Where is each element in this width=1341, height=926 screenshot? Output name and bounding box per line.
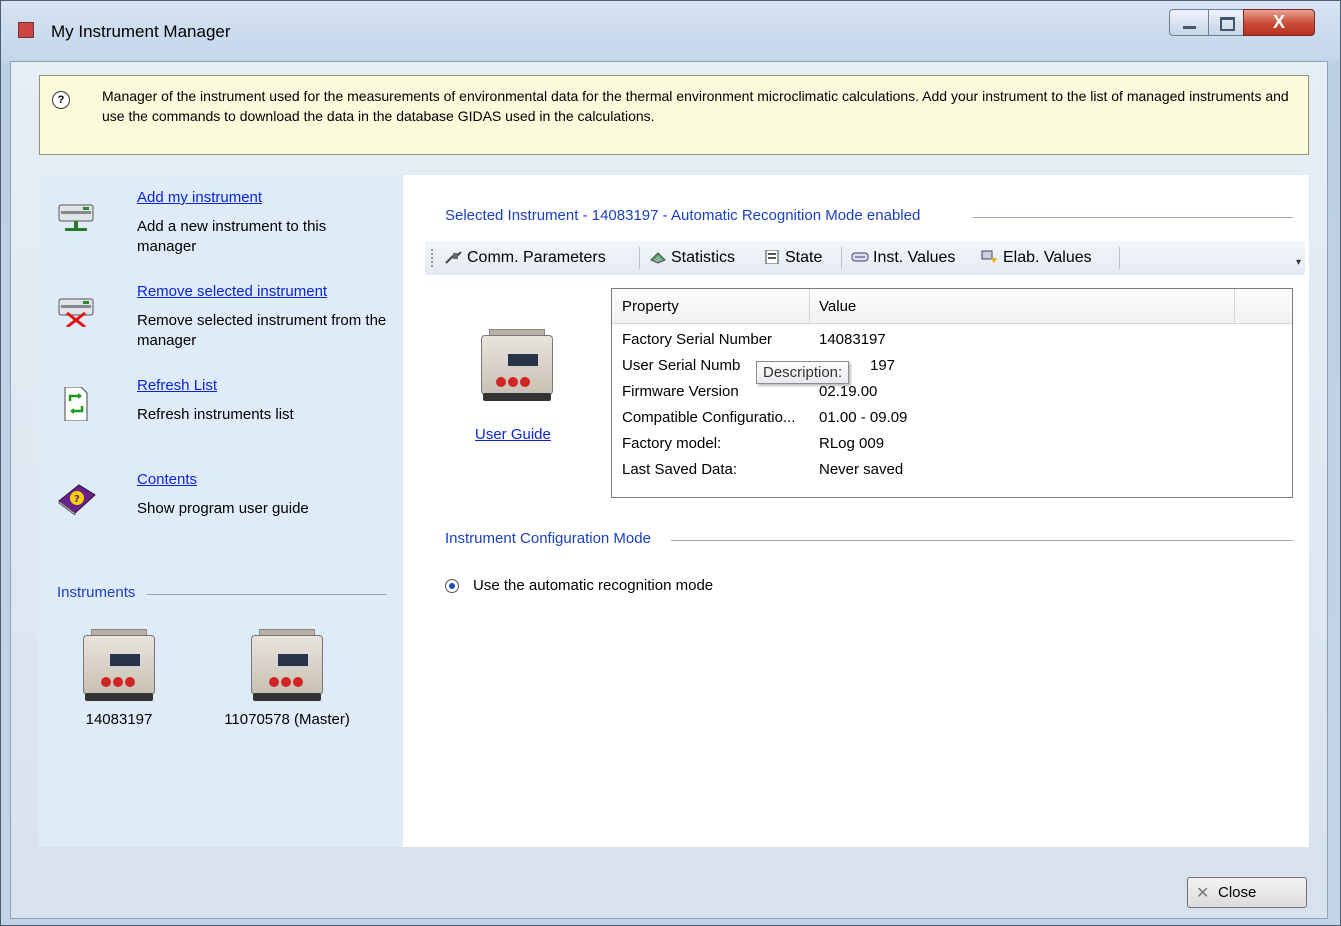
remove-instrument-icon — [58, 298, 94, 327]
selected-instrument-image — [477, 325, 557, 403]
value-cell: 02.19.00 — [819, 383, 878, 400]
inst-values-button[interactable]: Inst. Values — [851, 249, 955, 267]
instrument-device-icon — [481, 325, 553, 403]
instruments-heading: Instruments — [57, 584, 136, 601]
auto-recognition-radio[interactable] — [445, 579, 459, 593]
state-label: State — [785, 249, 823, 266]
question-icon: ? — [52, 91, 70, 109]
grid-header: Property Value — [612, 289, 1292, 324]
instruments-divider — [147, 594, 387, 595]
property-cell: User Serial Numb — [622, 357, 741, 374]
statistics-label: Statistics — [671, 249, 736, 266]
plug-icon — [445, 251, 462, 264]
inst-values-label: Inst. Values — [873, 249, 956, 266]
property-cell: Factory Serial Number — [622, 331, 773, 348]
remove-instrument-link[interactable]: Remove selected instrument — [137, 283, 327, 300]
instrument-device-icon — [251, 625, 323, 703]
title-bar[interactable]: My Instrument Manager X — [1, 1, 1340, 61]
close-button-label: Close — [1218, 884, 1257, 901]
client-area: ? Manager of the instrument used for the… — [10, 61, 1328, 919]
info-text: Manager of the instrument used for the m… — [102, 88, 1289, 124]
toolbar-separator — [841, 247, 842, 269]
comm-parameters-label: Comm. Parameters — [467, 249, 606, 266]
app-icon — [18, 22, 34, 38]
maximize-icon — [1220, 17, 1235, 31]
main-window: My Instrument Manager X ? Manager of the… — [0, 0, 1341, 926]
statistics-button[interactable]: Statistics — [649, 249, 735, 267]
column-divider[interactable] — [1234, 289, 1235, 323]
instrument-toolbar: Comm. Parameters Statistics State Inst. … — [425, 241, 1305, 275]
refresh-list-link[interactable]: Refresh List — [137, 377, 217, 394]
svg-text:?: ? — [74, 494, 80, 505]
elab-values-icon — [981, 250, 997, 263]
config-mode-heading: Instrument Configuration Mode — [445, 530, 651, 547]
contents-link[interactable]: Contents — [137, 471, 197, 488]
value-cell: Never saved — [819, 461, 904, 478]
property-grid: Property Value Factory Serial Number 140… — [611, 288, 1293, 498]
auto-recognition-label: Use the automatic recognition mode — [473, 577, 714, 594]
instrument-device-icon — [83, 625, 155, 703]
remove-instrument-desc: Remove selected instrument from the mana… — [137, 312, 387, 349]
selected-instrument-heading: Selected Instrument - 14083197 - Automat… — [445, 207, 921, 224]
toolbar-separator — [1119, 247, 1120, 269]
comm-parameters-button[interactable]: Comm. Parameters — [445, 249, 606, 267]
config-divider — [671, 540, 1293, 541]
elab-values-label: Elab. Values — [1003, 249, 1092, 266]
close-icon: ✕ — [1196, 885, 1210, 902]
property-cell: Compatible Configuratio... — [622, 409, 796, 426]
contents-desc: Show program user guide — [137, 500, 309, 517]
instrument-item[interactable]: 14083197 — [59, 625, 179, 728]
task-panel: Add my instrument Add a new instrument t… — [39, 175, 403, 847]
inst-values-icon — [851, 252, 869, 262]
column-divider[interactable] — [809, 289, 810, 323]
maximize-button[interactable] — [1208, 9, 1244, 36]
info-banner: ? Manager of the instrument used for the… — [39, 75, 1309, 155]
window-title: My Instrument Manager — [51, 22, 231, 41]
toolbar-separator — [639, 247, 640, 269]
refresh-list-desc: Refresh instruments list — [137, 406, 294, 423]
property-cell: Firmware Version — [622, 383, 739, 400]
user-guide-link[interactable]: User Guide — [475, 426, 551, 443]
refresh-icon — [64, 387, 88, 421]
instrument-label: 14083197 — [85, 711, 153, 728]
table-row[interactable]: Last Saved Data: Never saved — [612, 457, 1292, 483]
property-cell: Last Saved Data: — [622, 461, 738, 478]
table-row[interactable]: Factory Serial Number 14083197 — [612, 327, 1292, 353]
table-row[interactable]: Compatible Configuratio... 01.00 - 09.09 — [612, 405, 1292, 431]
property-column-header[interactable]: Property — [622, 298, 679, 315]
toolbar-overflow-icon[interactable]: ▾ — [1296, 257, 1301, 268]
toolbar-grip[interactable] — [431, 249, 435, 267]
description-tooltip: Description: — [756, 361, 850, 384]
instrument-label: 11070578 (Master) — [224, 711, 350, 728]
table-row[interactable]: Firmware Version 02.19.00 — [612, 379, 1292, 405]
add-instrument-link[interactable]: Add my instrument — [137, 189, 262, 206]
close-window-button[interactable]: X — [1243, 9, 1315, 36]
value-cell: 14083197 — [819, 331, 886, 348]
help-book-icon: ? — [58, 484, 96, 515]
property-cell: Factory model: — [622, 435, 722, 452]
minimize-icon — [1183, 26, 1196, 29]
value-cell: 197 — [870, 357, 896, 374]
value-cell: RLog 009 — [819, 435, 885, 452]
add-instrument-desc: Add a new instrument to this manager — [137, 218, 327, 255]
statistics-icon — [650, 252, 666, 264]
add-instrument-icon — [58, 204, 94, 231]
selected-divider — [973, 217, 1293, 218]
table-row[interactable]: User Serial Numb 197 — [612, 353, 1292, 379]
value-cell: 01.00 - 09.09 — [819, 409, 908, 426]
state-icon — [765, 250, 779, 264]
elab-values-button[interactable]: Elab. Values — [981, 249, 1092, 267]
close-button[interactable]: ✕ Close — [1187, 877, 1307, 908]
value-column-header[interactable]: Value — [819, 298, 856, 315]
state-button[interactable]: State — [763, 249, 822, 267]
table-row[interactable]: Factory model: RLog 009 — [612, 431, 1292, 457]
minimize-button[interactable] — [1169, 9, 1209, 36]
details-panel: Selected Instrument - 14083197 - Automat… — [403, 175, 1309, 847]
instrument-item[interactable]: 11070578 (Master) — [221, 625, 353, 728]
